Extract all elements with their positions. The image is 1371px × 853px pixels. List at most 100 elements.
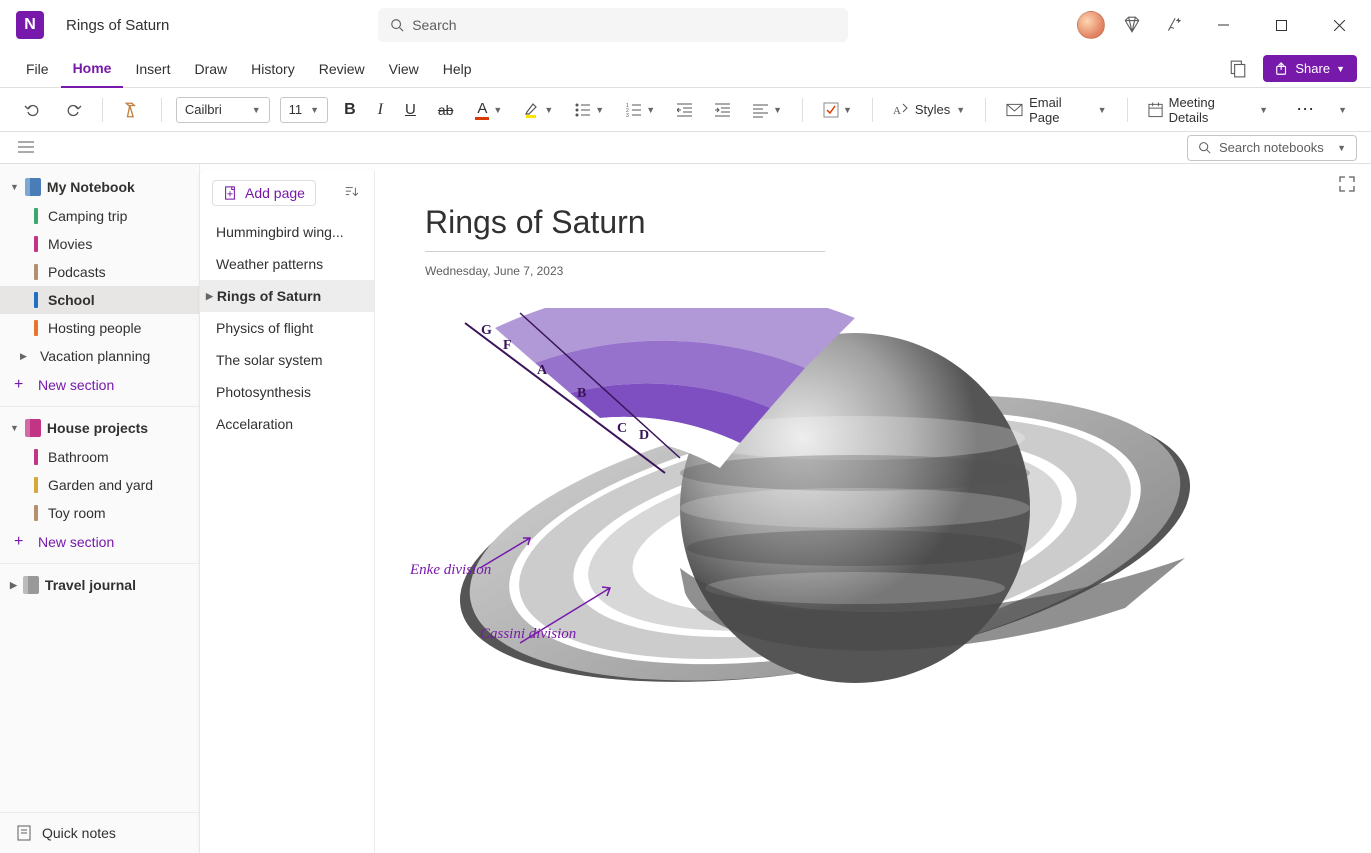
- section-name: Garden and yard: [48, 477, 153, 493]
- section-item[interactable]: ▶Vacation planning: [0, 342, 199, 370]
- chevron-down-icon: ▼: [310, 105, 319, 115]
- page-item[interactable]: Photosynthesis: [200, 376, 374, 408]
- diamond-icon[interactable]: [1117, 10, 1147, 40]
- section-item[interactable]: Podcasts: [0, 258, 199, 286]
- notebook-header[interactable]: ▼My Notebook: [0, 172, 199, 202]
- menu-review[interactable]: Review: [307, 50, 377, 88]
- decrease-indent-button[interactable]: [671, 98, 699, 122]
- fullscreen-button[interactable]: [1339, 176, 1355, 195]
- page-name: Rings of Saturn: [217, 288, 321, 304]
- main-area: ▼My NotebookCamping tripMoviesPodcastsSc…: [0, 164, 1371, 853]
- email-page-button[interactable]: Email Page▼: [1000, 91, 1112, 129]
- chevron-right-icon: ▶: [20, 351, 30, 362]
- page-item[interactable]: ▶Rings of Saturn: [200, 280, 374, 312]
- notebook-header[interactable]: ▶Travel journal: [0, 570, 199, 600]
- page-name: Hummingbird wing...: [216, 224, 344, 240]
- section-item[interactable]: Camping trip: [0, 202, 199, 230]
- menu-view[interactable]: View: [377, 50, 431, 88]
- section-name: Toy room: [48, 505, 106, 521]
- section-color: [34, 320, 38, 336]
- hamburger-button[interactable]: [14, 136, 38, 160]
- section-item[interactable]: Garden and yard: [0, 471, 199, 499]
- section-item[interactable]: Hosting people: [0, 314, 199, 342]
- ribbon-collapse-button[interactable]: ▼: [1332, 101, 1353, 119]
- redo-button[interactable]: [58, 98, 88, 122]
- bold-button[interactable]: B: [338, 97, 362, 123]
- chevron-down-icon: ▼: [10, 182, 19, 192]
- section-color: [34, 292, 38, 308]
- bullets-button[interactable]: ▼: [569, 98, 610, 122]
- menu-draw[interactable]: Draw: [182, 50, 239, 88]
- titlebar: N Rings of Saturn Search: [0, 0, 1371, 50]
- chevron-down-icon: ▼: [1337, 143, 1346, 153]
- menu-history[interactable]: History: [239, 50, 307, 88]
- chevron-down-icon: ▼: [493, 105, 502, 115]
- share-icon: [1275, 62, 1289, 76]
- section-item[interactable]: Movies: [0, 230, 199, 258]
- pages-icon[interactable]: [1223, 54, 1253, 84]
- close-button[interactable]: [1317, 10, 1363, 40]
- notebook-search-placeholder: Search notebooks: [1219, 140, 1324, 155]
- section-color: [34, 449, 38, 465]
- menu-home[interactable]: Home: [61, 50, 124, 88]
- undo-button[interactable]: [18, 98, 48, 122]
- todo-tag-button[interactable]: ▼: [817, 98, 858, 122]
- numbering-button[interactable]: 123▼: [620, 98, 661, 122]
- section-color: [34, 208, 38, 224]
- increase-indent-button[interactable]: [709, 98, 737, 122]
- user-avatar[interactable]: [1077, 11, 1105, 39]
- note-canvas[interactable]: Rings of Saturn Wednesday, June 7, 2023: [375, 164, 1371, 853]
- add-page-label: Add page: [245, 185, 305, 201]
- svg-text:A: A: [893, 105, 901, 117]
- menu-file[interactable]: File: [14, 50, 61, 88]
- note-title[interactable]: Rings of Saturn: [425, 204, 1321, 241]
- minimize-button[interactable]: [1201, 10, 1247, 40]
- underline-button[interactable]: U: [399, 97, 422, 122]
- share-button[interactable]: Share ▼: [1263, 55, 1357, 82]
- quick-notes-button[interactable]: Quick notes: [0, 812, 199, 853]
- align-button[interactable]: ▼: [747, 98, 788, 122]
- chevron-down-icon: ▼: [956, 105, 965, 115]
- menu-insert[interactable]: Insert: [123, 50, 182, 88]
- strikethrough-button[interactable]: ab: [432, 98, 460, 122]
- section-item[interactable]: Toy room: [0, 499, 199, 527]
- menu-help[interactable]: Help: [431, 50, 484, 88]
- page-item[interactable]: Accelaration: [200, 408, 374, 440]
- italic-button[interactable]: I: [372, 97, 389, 123]
- notebook-search[interactable]: Search notebooks ▼: [1187, 135, 1357, 161]
- sparkle-icon[interactable]: [1159, 10, 1189, 40]
- meeting-details-button[interactable]: Meeting Details▼: [1142, 91, 1275, 129]
- highlight-button[interactable]: ▼: [518, 98, 559, 122]
- more-button[interactable]: ⋯: [1290, 95, 1322, 124]
- separator: [985, 98, 986, 122]
- notebook-sidebar: ▼My NotebookCamping tripMoviesPodcastsSc…: [0, 164, 200, 853]
- add-page-button[interactable]: Add page: [212, 180, 316, 206]
- section-item[interactable]: School: [0, 286, 199, 314]
- global-search[interactable]: Search: [378, 8, 848, 42]
- search-placeholder: Search: [412, 17, 456, 33]
- new-section-button[interactable]: +New section: [0, 370, 199, 400]
- page-item[interactable]: Hummingbird wing...: [200, 216, 374, 248]
- section-item[interactable]: Bathroom: [0, 443, 199, 471]
- page-name: The solar system: [216, 352, 323, 368]
- font-size-select[interactable]: 11▼: [280, 97, 328, 123]
- page-item[interactable]: Physics of flight: [200, 312, 374, 344]
- ribbon-toolbar: Cailbri▼ 11▼ B I U ab A▼ ▼ ▼ 123▼ ▼ ▼ AS…: [0, 88, 1371, 132]
- notebook-name: House projects: [47, 420, 148, 436]
- page-item[interactable]: The solar system: [200, 344, 374, 376]
- sort-button[interactable]: [340, 181, 362, 206]
- styles-button[interactable]: AStyles▼: [887, 98, 971, 122]
- maximize-button[interactable]: [1259, 10, 1305, 40]
- section-color: [34, 264, 38, 280]
- font-color-button[interactable]: A▼: [469, 96, 508, 124]
- new-section-button[interactable]: +New section: [0, 527, 199, 557]
- notebook-header[interactable]: ▼House projects: [0, 413, 199, 443]
- page-item[interactable]: Weather patterns: [200, 248, 374, 280]
- chevron-down-icon: ▼: [1338, 105, 1347, 115]
- ring-label-b: B: [577, 386, 586, 402]
- notebook-name: Travel journal: [45, 577, 136, 593]
- font-family-select[interactable]: Cailbri▼: [176, 97, 270, 123]
- new-section-label: New section: [38, 534, 114, 550]
- note-icon: [16, 825, 32, 841]
- format-painter-button[interactable]: [117, 97, 147, 123]
